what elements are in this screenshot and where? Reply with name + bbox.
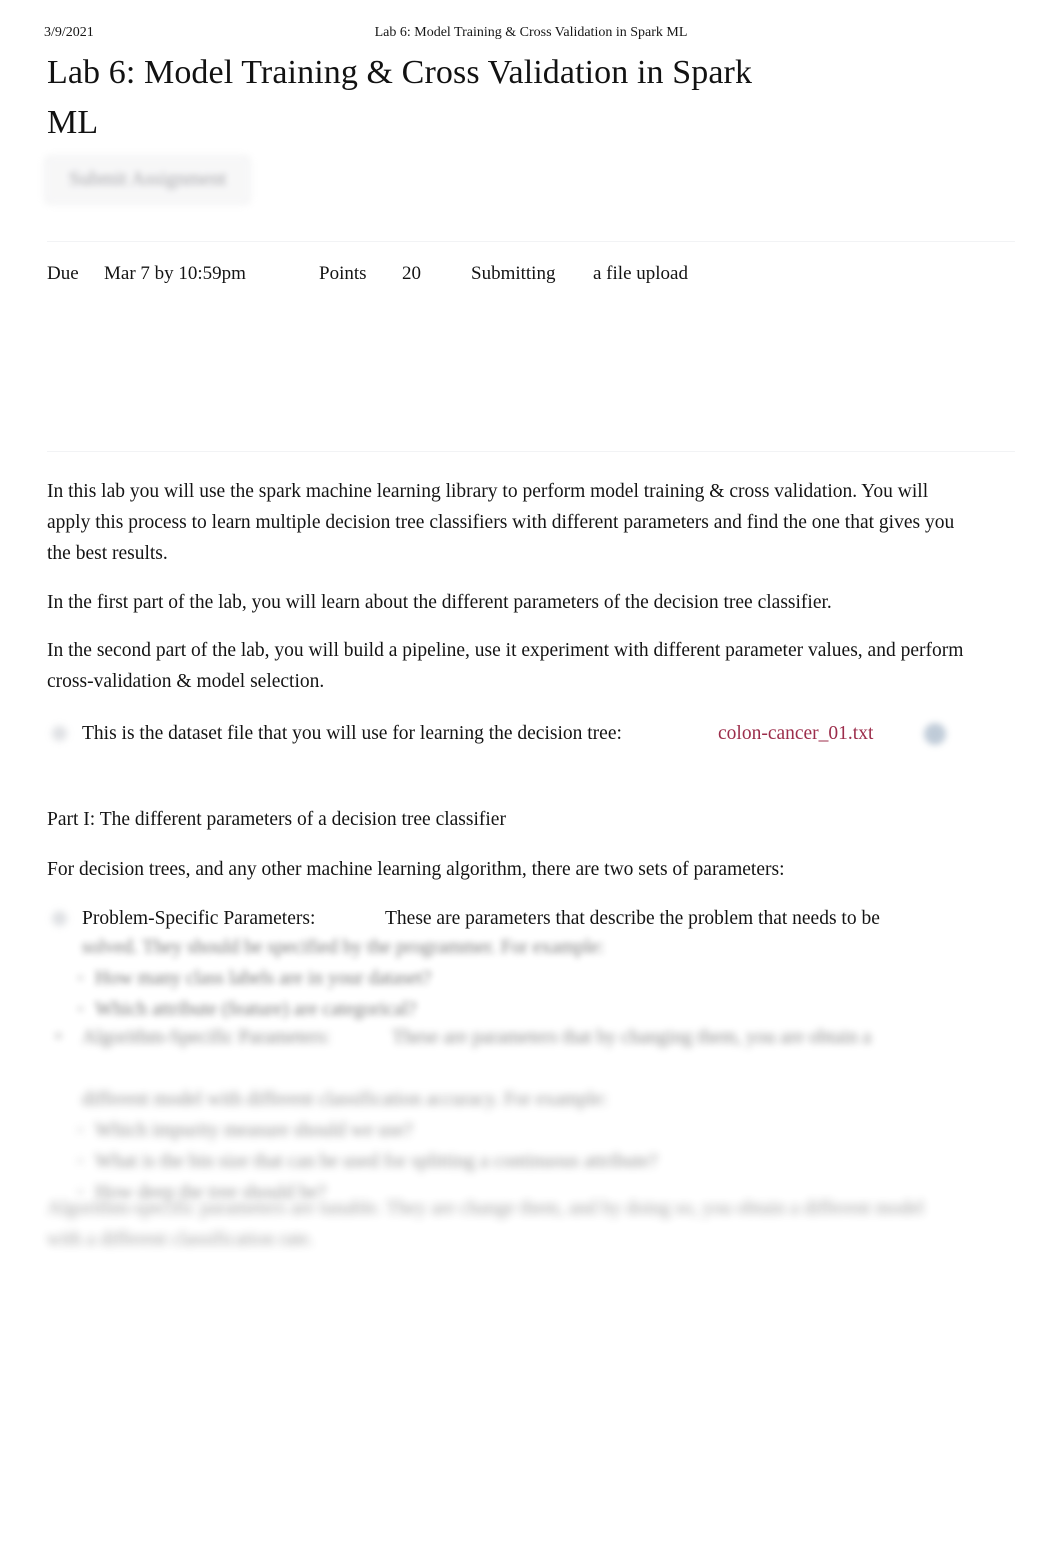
- submit-assignment-button[interactable]: Submit Assignment: [44, 155, 252, 205]
- submit-assignment-container: Submit Assignment: [44, 155, 252, 205]
- part-one-intro: For decision trees, and any other machin…: [47, 859, 785, 880]
- list-item: Which impurity measure should we use?: [47, 1115, 977, 1146]
- list-item: How many class labels are in your datase…: [47, 963, 977, 994]
- submitting-value: a file upload: [593, 263, 688, 284]
- print-document-title: Lab 6: Model Training & Cross Validation…: [374, 25, 688, 40]
- parameter-term: Algorithm-Specific Parameters:: [82, 1027, 331, 1048]
- parameter-definition: These are parameters that by changing th…: [391, 1027, 872, 1048]
- dataset-file-link[interactable]: colon-cancer_01.txt: [718, 717, 873, 751]
- divider-top: [47, 241, 1015, 242]
- assignment-description: In this lab you will use the spark machi…: [47, 476, 967, 751]
- dataset-list-item: This is the dataset file that you will u…: [47, 717, 967, 751]
- parameter-continuation: solved. They should be specified by the …: [82, 937, 605, 958]
- bullet-dot-icon: [52, 911, 67, 926]
- blurred-closing-paragraph: Algorithm-specific parameters are tunabl…: [47, 1193, 977, 1255]
- description-paragraph-1: In this lab you will use the spark machi…: [47, 481, 955, 564]
- bullet-dot-icon: [52, 726, 67, 741]
- due-value: Mar 7 by 10:59pm: [104, 263, 246, 284]
- parameter-term: Problem-Specific Parameters:: [82, 908, 316, 929]
- points-label: Points: [319, 263, 367, 284]
- blurred-content-item-2: Algorithm-Specific Parameters: These are…: [47, 1022, 977, 1053]
- assignment-page: 3/9/2021 Lab 6: Model Training & Cross V…: [0, 0, 1062, 1561]
- parameter-list: Problem-Specific Parameters: These are p…: [47, 903, 967, 934]
- blurred-content-continuation-2: different model with different classific…: [47, 1084, 977, 1208]
- description-paragraph-3: In the second part of the lab, you will …: [47, 640, 964, 692]
- list-item: What is the bin size that can be used fo…: [47, 1146, 977, 1177]
- part-one-closing: Algorithm-specific parameters are tunabl…: [47, 1198, 925, 1250]
- attachment-icon[interactable]: [924, 723, 946, 745]
- page-title: Lab 6: Model Training & Cross Validation…: [47, 54, 753, 141]
- part-one-section: Part I: The different parameters of a de…: [47, 805, 967, 934]
- blurred-content-continuation-1: solved. They should be specified by the …: [47, 932, 977, 1025]
- list-item: Problem-Specific Parameters: These are p…: [47, 903, 967, 934]
- parameter-definition: These are parameters that describe the p…: [385, 908, 880, 929]
- print-header: 3/9/2021 Lab 6: Model Training & Cross V…: [0, 22, 1062, 44]
- description-paragraph-2: In the first part of the lab, you will l…: [47, 592, 832, 613]
- submitting-label: Submitting: [471, 263, 556, 284]
- points-value: 20: [402, 263, 421, 284]
- divider-bottom: [47, 451, 1015, 452]
- part-one-heading: Part I: The different parameters of a de…: [47, 809, 506, 830]
- due-label: Due: [47, 263, 79, 284]
- dataset-item-label: This is the dataset file that you will u…: [82, 723, 622, 744]
- parameter-continuation: different model with different classific…: [82, 1089, 608, 1110]
- list-item: Which attribute (feature) are categorica…: [47, 994, 977, 1025]
